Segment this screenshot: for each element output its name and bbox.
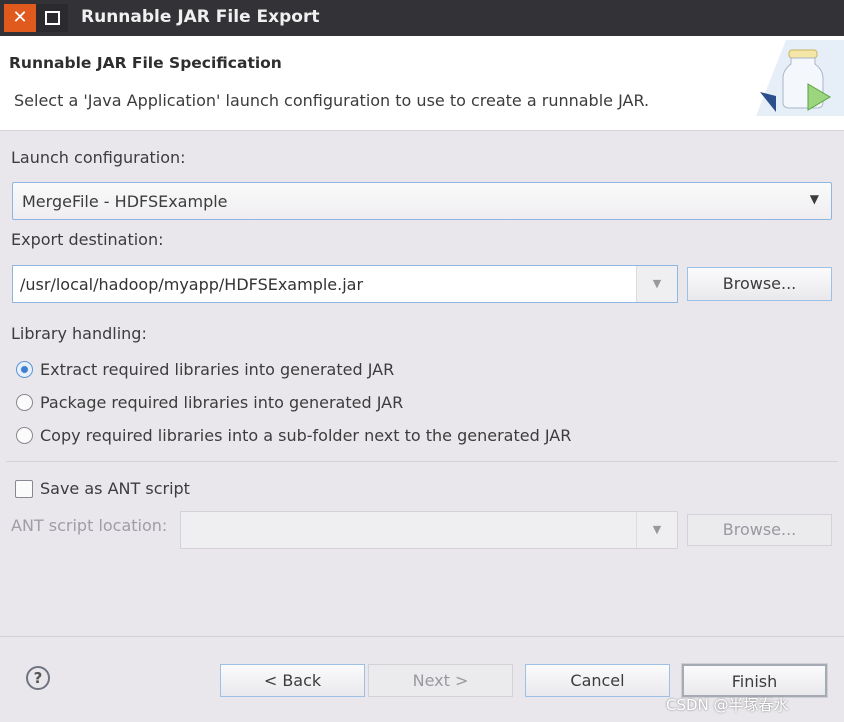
window-title: Runnable JAR File Export — [81, 7, 320, 27]
maximize-icon — [45, 11, 60, 25]
export-destination-input[interactable]: /usr/local/hadoop/myapp/HDFSExample.jar … — [12, 265, 678, 303]
watermark: CSDN @半塚春水 — [666, 696, 789, 714]
launch-config-label: Launch configuration: — [11, 148, 186, 167]
maximize-button[interactable] — [36, 4, 68, 32]
save-ant-label[interactable]: Save as ANT script — [40, 479, 190, 498]
page-title: Runnable JAR File Specification — [9, 54, 282, 72]
chevron-down-icon: ▼ — [809, 192, 819, 206]
close-button[interactable]: ✕ — [4, 4, 36, 32]
ant-location-input[interactable]: ▼ — [180, 511, 678, 549]
launch-config-select[interactable]: MergeFile - HDFSExample ▼ — [12, 182, 832, 220]
help-icon[interactable]: ? — [26, 666, 50, 690]
finish-button[interactable]: Finish — [682, 664, 827, 697]
chevron-down-icon[interactable]: ▼ — [636, 266, 677, 302]
export-destination-label: Export destination: — [11, 230, 164, 249]
next-button[interactable]: Next > — [368, 664, 513, 697]
back-button[interactable]: < Back — [220, 664, 365, 697]
radio-extract-label[interactable]: Extract required libraries into generate… — [40, 360, 394, 379]
radio-package-label[interactable]: Package required libraries into generate… — [40, 393, 403, 412]
radio-copy-label[interactable]: Copy required libraries into a sub-folde… — [40, 426, 571, 445]
save-ant-checkbox[interactable] — [15, 480, 33, 498]
launch-config-value: MergeFile - HDFSExample — [22, 192, 228, 211]
browse-button[interactable]: Browse... — [687, 267, 832, 301]
ant-location-label: ANT script location: — [11, 516, 168, 535]
chevron-down-icon[interactable]: ▼ — [636, 512, 677, 548]
export-destination-value: /usr/local/hadoop/myapp/HDFSExample.jar — [20, 275, 364, 294]
radio-copy[interactable] — [16, 427, 33, 444]
radio-extract[interactable] — [16, 361, 33, 378]
radio-package[interactable] — [16, 394, 33, 411]
cancel-button[interactable]: Cancel — [525, 664, 670, 697]
library-handling-label: Library handling: — [11, 324, 147, 343]
footer-divider — [0, 636, 844, 637]
jar-wizard-icon — [756, 40, 844, 116]
divider — [6, 461, 838, 462]
page-description: Select a 'Java Application' launch confi… — [14, 91, 650, 110]
wizard-header — [0, 36, 844, 131]
ant-browse-button[interactable]: Browse... — [687, 514, 832, 546]
